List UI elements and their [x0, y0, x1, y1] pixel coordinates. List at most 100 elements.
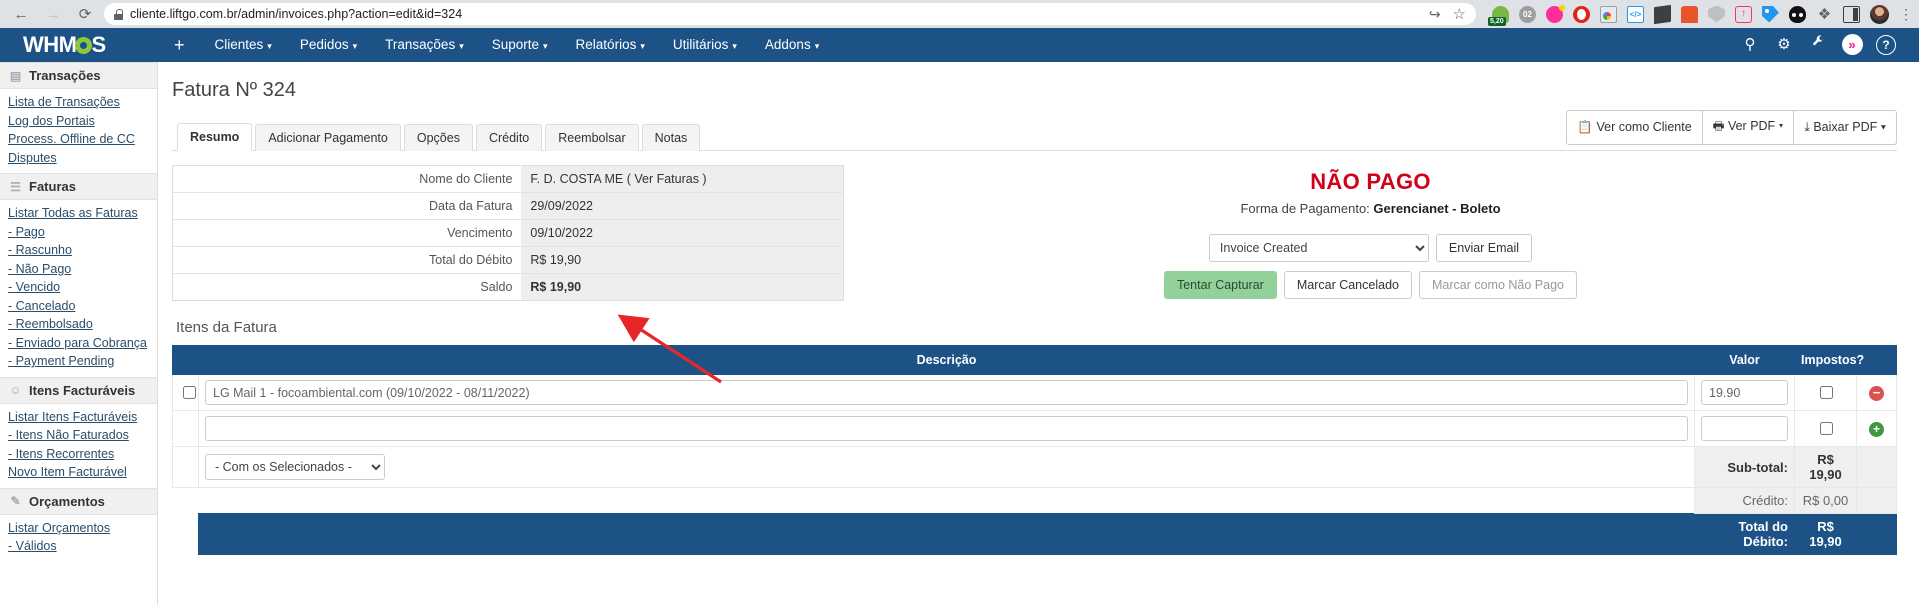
share-icon[interactable]: ↪ — [1429, 6, 1441, 23]
tab-adicionar-pagamento[interactable]: Adicionar Pagamento — [255, 124, 401, 151]
sidebar-item-itens-nao-faturados[interactable]: - Itens Não Faturados — [0, 426, 157, 445]
back-arrow-icon[interactable]: ← — [8, 1, 34, 27]
sidebar-item-cancelado[interactable]: - Cancelado — [0, 297, 157, 316]
puzzle-extensions-icon[interactable]: ❖ — [1816, 6, 1833, 23]
sidebar-item-nao-pago[interactable]: - Não Pago — [0, 260, 157, 279]
summary-value-cliente[interactable]: F. D. COSTA ME ( Ver Faturas ) — [521, 165, 844, 193]
chrome-window-extension-icon[interactable] — [1600, 5, 1617, 23]
add-item-icon[interactable]: + — [1869, 421, 1884, 437]
download-pdf-button[interactable]: ⤓ Baixar PDF ▾ — [1793, 110, 1897, 145]
address-bar[interactable]: cliente.liftgo.com.br/admin/invoices.php… — [104, 3, 1476, 25]
view-as-client-button[interactable]: 📋 Ver como Cliente — [1566, 110, 1703, 145]
search-icon[interactable]: ⚲ — [1733, 28, 1767, 62]
clipboard-icon: 📋 — [1577, 120, 1593, 134]
chevron-down-icon: ▾ — [1778, 119, 1784, 133]
wrench-icon[interactable] — [1801, 28, 1835, 62]
code-extension-icon[interactable]: </> — [1627, 5, 1644, 23]
items-header-select — [172, 345, 199, 375]
gray-extension-icon[interactable]: 02 — [1519, 5, 1536, 23]
new-item-taxed-checkbox[interactable] — [1819, 422, 1833, 435]
nav-item-clientes[interactable]: Clientes ▾ — [201, 28, 286, 63]
summary-row: Data da Fatura 29/09/2022 — [172, 192, 844, 220]
chevron-down-icon: ▾ — [640, 40, 645, 51]
download-icon: ⤓ — [1804, 120, 1810, 134]
sidebar-item-enviado-cobranca[interactable]: - Enviado para Cobrança — [0, 334, 157, 353]
item-amount-input[interactable] — [1701, 380, 1788, 405]
lighthouse-extension-icon[interactable] — [1681, 5, 1698, 23]
status-badge: NÃO PAGO — [1310, 169, 1431, 194]
sidebar-item-pago[interactable]: - Pago — [0, 223, 157, 242]
sidebar-item-vencido[interactable]: - Vencido — [0, 278, 157, 297]
grand-total-row: Total do Débito: R$ 19,90 — [172, 513, 1897, 555]
page-title: Fatura Nº 324 — [172, 79, 297, 101]
reload-icon[interactable]: ⟳ — [72, 1, 98, 27]
app-shell: ▤ Transações Lista de Transações Log dos… — [0, 62, 1919, 605]
gear-settings-icon[interactable]: ⚙ — [1767, 28, 1801, 62]
profile-avatar[interactable] — [1870, 4, 1889, 24]
try-capture-button[interactable]: Tentar Capturar — [1163, 271, 1277, 299]
section-title: Itens Facturáveis — [29, 382, 136, 398]
summary-label: Vencimento — [172, 219, 522, 247]
sidebar-item-listar-itens-faturaveis[interactable]: Listar Itens Facturáveis — [0, 408, 157, 427]
eyes-extension-icon[interactable] — [1789, 5, 1806, 23]
pink-flower-extension-icon[interactable] — [1546, 4, 1565, 23]
sidebar-item-listar-orcamentos[interactable]: Listar Orçamentos — [0, 519, 157, 538]
quick-add-button[interactable]: + — [158, 28, 201, 62]
bulk-spacer-cell — [172, 446, 199, 488]
whmcs-logo[interactable]: WHM S — [0, 32, 158, 58]
summary-label: Total do Débito — [172, 246, 522, 274]
sidebar-item-process-offline-cc[interactable]: Process. Offline de CC — [0, 130, 157, 149]
nav-item-relatorios[interactable]: Relatórios ▾ — [562, 28, 659, 63]
item-description-input[interactable] — [205, 380, 1688, 405]
bookmark-star-icon[interactable]: ☆ — [1453, 6, 1466, 23]
nav-item-suporte[interactable]: Suporte ▾ — [478, 28, 562, 63]
send-email-button[interactable]: Enviar Email — [1435, 234, 1533, 262]
sidebar-item-reembolsado[interactable]: - Reembolsado — [0, 315, 157, 334]
side-panel-icon[interactable] — [1843, 5, 1860, 23]
upload-extension-icon[interactable]: ↑ — [1735, 5, 1752, 23]
nav-item-transacoes[interactable]: Transações ▾ — [371, 28, 478, 63]
browser-toolbar: ← → ⟳ cliente.liftgo.com.br/admin/invoic… — [0, 0, 1919, 28]
sidebar-section-orcamentos: ✎ Orçamentos — [0, 487, 157, 515]
sidebar-item-log-portais[interactable]: Log dos Portais — [0, 112, 157, 131]
new-item-description-input[interactable] — [205, 416, 1688, 441]
tab-reembolsar[interactable]: Reembolsar — [545, 124, 639, 151]
sidebar-item-disputes[interactable]: Disputes — [0, 149, 157, 168]
mark-cancelled-button[interactable]: Marcar Cancelado — [1283, 271, 1412, 299]
tab-opcoes[interactable]: Opções — [403, 124, 473, 151]
collapse-chevron-icon[interactable]: » — [1835, 28, 1869, 62]
email-template-select[interactable]: Invoice Created — [1208, 234, 1429, 262]
row-select-checkbox[interactable] — [183, 386, 196, 399]
sidebar-item-listar-todas-faturas[interactable]: Listar Todas as Faturas — [0, 204, 157, 223]
download-pdf-label: Baixar PDF — [1813, 120, 1878, 134]
nav-item-pedidos[interactable]: Pedidos ▾ — [286, 28, 371, 63]
item-taxed-checkbox[interactable] — [1819, 386, 1833, 399]
nav-item-addons[interactable]: Addons ▾ — [751, 28, 833, 63]
nav-label: Transações — [385, 36, 456, 52]
tag-extension-icon[interactable] — [1762, 5, 1779, 23]
invoice-summary: Nome do Cliente F. D. COSTA ME ( Ver Fat… — [172, 165, 844, 301]
dark-tape-extension-icon[interactable] — [1654, 4, 1671, 24]
mark-unpaid-button[interactable]: Marcar como Não Pago — [1418, 271, 1577, 299]
new-item-amount-input[interactable] — [1701, 416, 1788, 441]
shield-extension-icon[interactable] — [1708, 5, 1725, 23]
opera-extension-icon[interactable] — [1573, 5, 1590, 23]
nav-item-utilitarios[interactable]: Utilitários ▾ — [659, 28, 751, 63]
sidebar-item-payment-pending[interactable]: - Payment Pending — [0, 352, 157, 371]
tab-resumo[interactable]: Resumo — [177, 123, 253, 151]
view-pdf-button[interactable]: 🖶 Ver PDF ▾ — [1701, 110, 1795, 145]
sidebar-item-itens-recorrentes[interactable]: - Itens Recorrentes — [0, 445, 157, 464]
chrome-menu-icon[interactable]: ⋮ — [1899, 6, 1913, 23]
sidebar-item-validos[interactable]: - Válidos — [0, 537, 157, 556]
remove-item-icon[interactable]: − — [1869, 385, 1884, 401]
bulk-action-select[interactable]: - Com os Selecionados - — [205, 454, 385, 480]
help-icon[interactable]: ? — [1869, 28, 1903, 62]
currency-extension-icon[interactable]: 5,20 — [1488, 5, 1509, 26]
sidebar-item-rascunho[interactable]: - Rascunho — [0, 241, 157, 260]
tab-notas[interactable]: Notas — [641, 124, 701, 151]
view-as-client-label: Ver como Cliente — [1596, 120, 1692, 134]
sidebar-item-lista-transacoes[interactable]: Lista de Transações — [0, 93, 157, 112]
tab-credito[interactable]: Crédito — [475, 124, 543, 151]
sidebar-item-novo-item-faturavel[interactable]: Novo Item Facturável — [0, 463, 157, 482]
forward-arrow-icon[interactable]: → — [40, 1, 66, 27]
